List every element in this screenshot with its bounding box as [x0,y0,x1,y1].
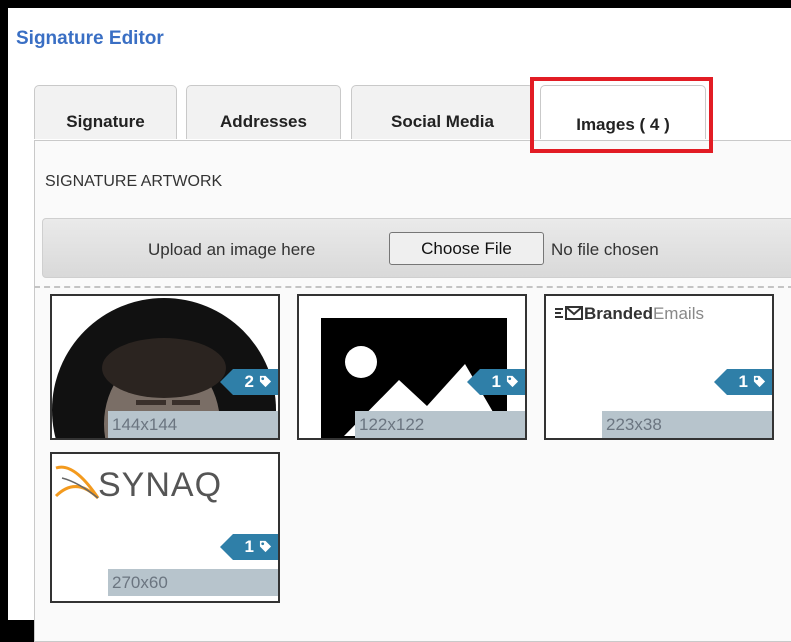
image-thumbnail-synaq[interactable]: SYNAQ 1 270x60 [50,452,280,603]
image-dimensions: 223x38 [602,411,772,438]
synaq-logo-text: SYNAQ [98,466,223,504]
file-status: No file chosen [551,240,659,259]
image-thumbnail-branded-emails[interactable]: BrandedEmails 1 223x38 [544,294,774,440]
synaq-swoosh-icon [54,465,100,500]
tag-count-badge: 1 [466,369,525,395]
tag-count-badge: 2 [219,369,278,395]
tag-icon [259,375,272,388]
image-thumbnail-placeholder[interactable]: 1 122x122 [297,294,527,440]
image-dimensions: 270x60 [108,569,278,596]
section-label: SIGNATURE ARTWORK [45,173,223,190]
image-thumbnail-portrait[interactable]: 2 144x144 [50,294,280,440]
image-dimensions: 144x144 [108,411,278,438]
tab-social-media[interactable]: Social Media [351,85,534,139]
image-dimensions: 122x122 [355,411,525,438]
tag-count-badge: 1 [219,534,278,560]
choose-file-button[interactable]: Choose File [389,232,544,265]
tag-icon [506,375,519,388]
tag-icon [259,540,272,553]
tag-count-badge: 1 [713,369,772,395]
tab-addresses[interactable]: Addresses [186,85,341,139]
upload-label: Upload an image here [148,240,316,259]
tab-signature[interactable]: Signature [34,85,177,139]
tag-icon [753,375,766,388]
page-title: Signature Editor [16,28,164,49]
branded-emails-logo: BrandedEmails [554,304,704,324]
active-tab-highlight [530,77,713,153]
divider [34,286,791,288]
envelope-icon [555,306,583,320]
